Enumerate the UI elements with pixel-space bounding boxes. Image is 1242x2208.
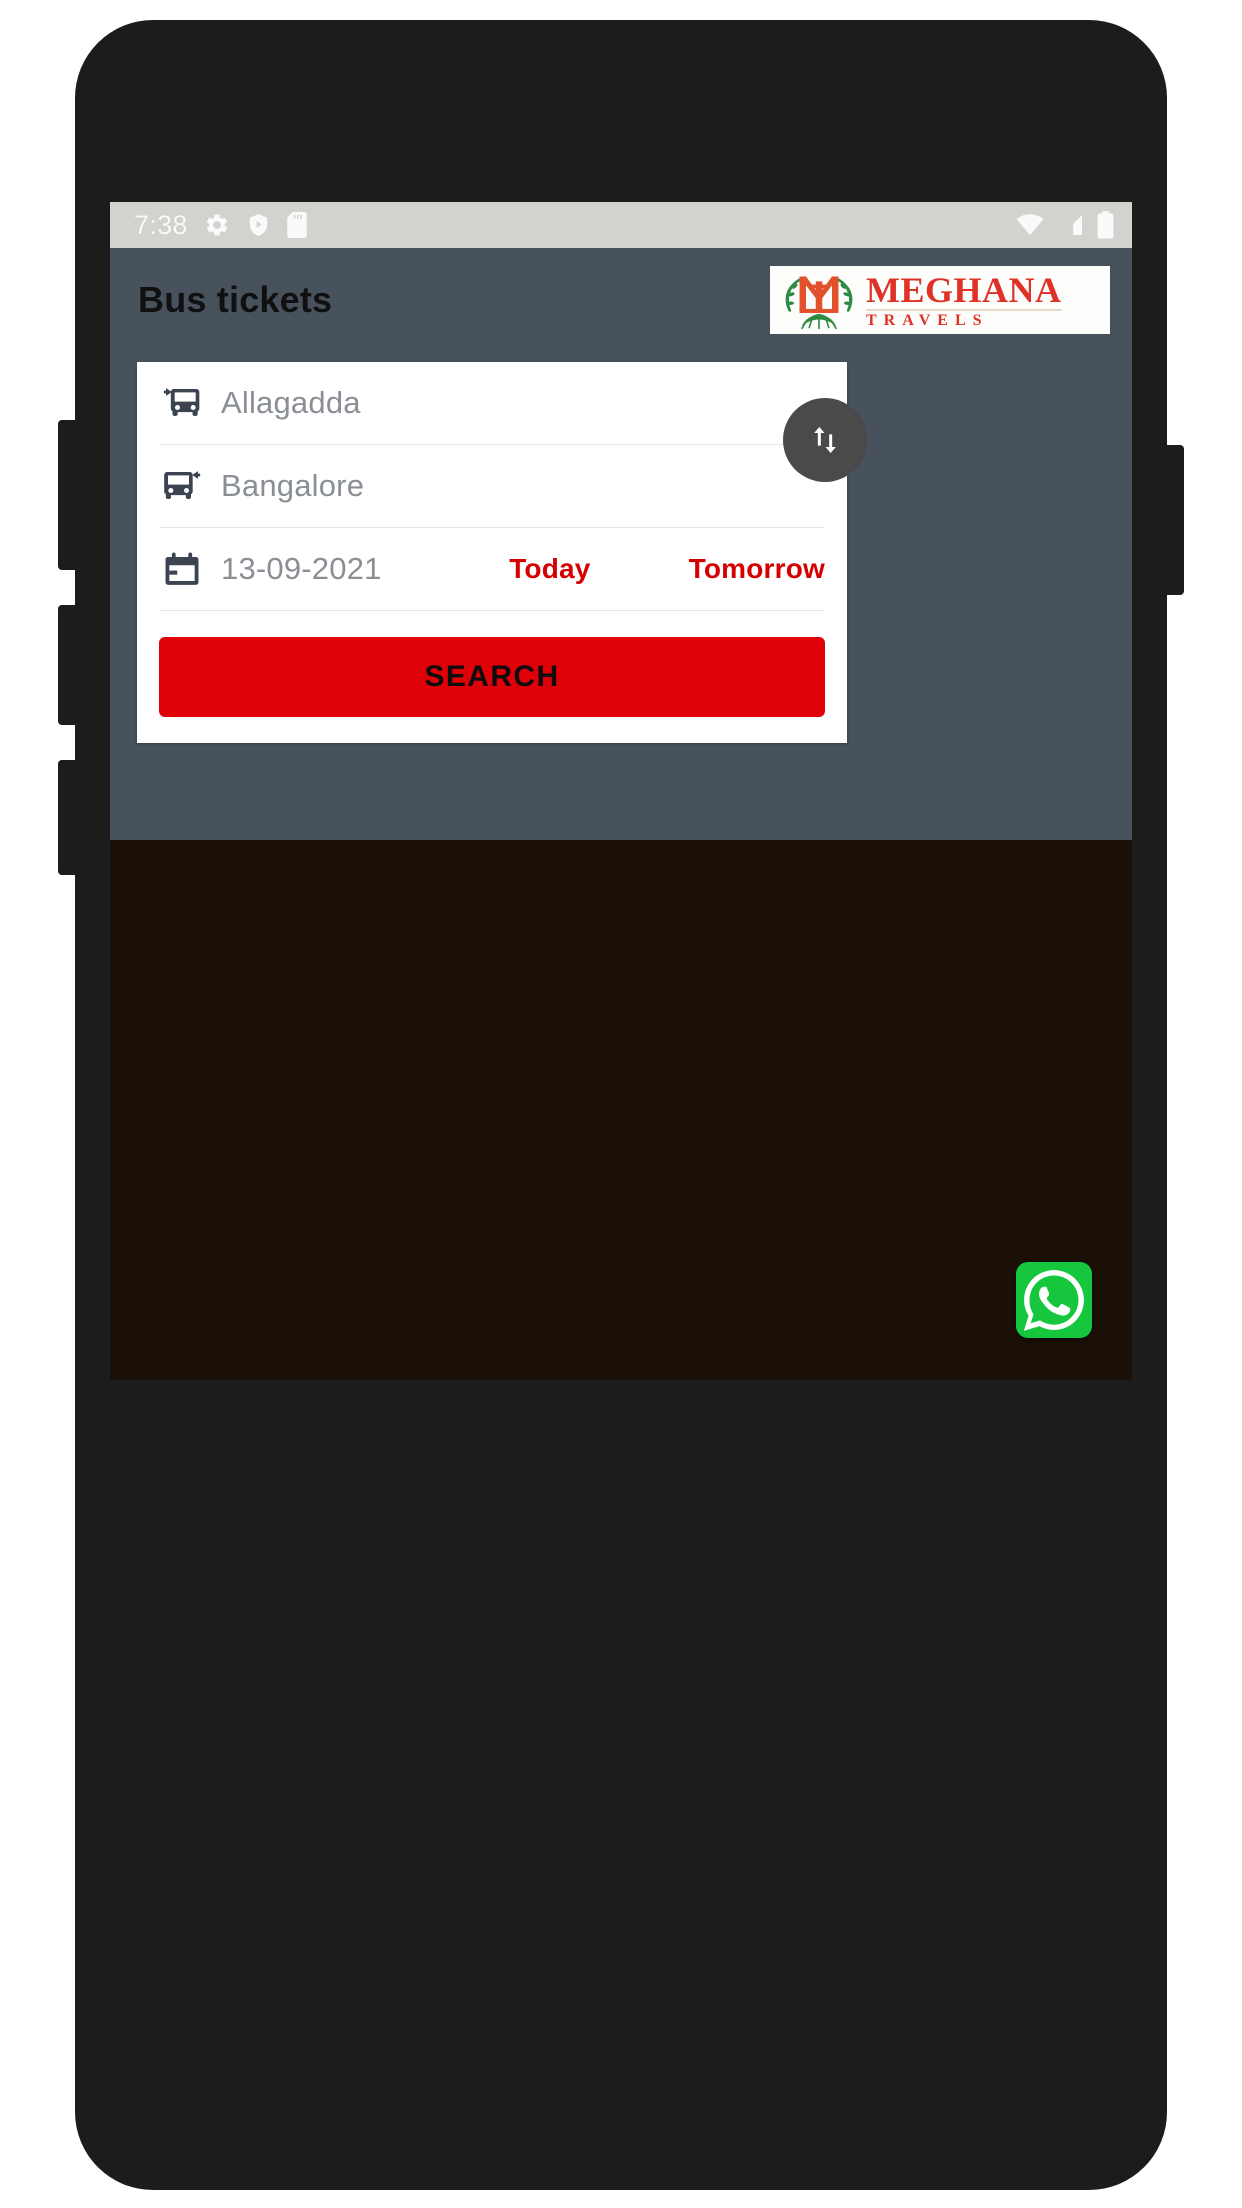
- hero-road-image: [110, 840, 1132, 1380]
- from-value: Allagadda: [221, 385, 361, 420]
- phone-screen: 7:38 Bus tickets MEGHANA TRAVELS Allagad…: [110, 202, 1132, 1380]
- bus-departure-icon: [159, 383, 205, 423]
- from-field-row[interactable]: Allagadda: [159, 362, 867, 482]
- gear-icon: [206, 214, 227, 236]
- wifi-icon: [1016, 214, 1044, 235]
- date-value: 13-09-2021: [221, 551, 382, 586]
- brand-name: MEGHANA: [866, 269, 1062, 310]
- page-title: Bus tickets: [138, 279, 333, 320]
- mute-button[interactable]: [58, 760, 78, 875]
- quick-date-group: Today Tomorrow: [509, 553, 825, 585]
- meghana-monogram-icon: [785, 276, 853, 330]
- play-protect-shield-icon: [249, 214, 267, 236]
- swap-locations-button[interactable]: [783, 398, 867, 482]
- search-button-label: SEARCH: [424, 660, 560, 693]
- road-illustration: [110, 840, 1132, 1380]
- app-bar: Bus tickets MEGHANA TRAVELS: [110, 248, 1132, 352]
- sd-card-icon: [287, 212, 307, 238]
- power-button[interactable]: [1164, 445, 1184, 595]
- bus-arrival-icon: [159, 466, 205, 506]
- today-button[interactable]: Today: [509, 553, 590, 585]
- to-field-row[interactable]: Bangalore: [159, 445, 825, 528]
- brand-tagline: TRAVELS: [866, 311, 989, 329]
- tomorrow-button[interactable]: Tomorrow: [689, 553, 825, 585]
- swap-vertical-icon: [814, 427, 836, 453]
- battery-icon: [1097, 211, 1114, 239]
- status-bar-left: 7:38: [134, 210, 307, 241]
- to-value: Bangalore: [221, 468, 365, 503]
- volume-down-button[interactable]: [58, 605, 78, 725]
- search-card: Allagadda Bangalore 13-09-2021 Today Tom…: [137, 362, 867, 743]
- search-button[interactable]: SEARCH: [159, 637, 825, 717]
- status-time: 7:38: [134, 209, 188, 240]
- cellular-signal-icon: [1062, 215, 1082, 235]
- volume-up-button[interactable]: [58, 420, 78, 570]
- whatsapp-button[interactable]: [1016, 1262, 1092, 1338]
- brand-logo-text: MEGHANA TRAVELS: [866, 272, 1062, 329]
- date-field-row[interactable]: 13-09-2021 Today Tomorrow: [159, 528, 825, 611]
- screenshot-stage: 7:38 Bus tickets MEGHANA TRAVELS Allagad…: [0, 0, 1242, 2208]
- status-bar-right: [1015, 211, 1114, 239]
- calendar-icon: [159, 550, 205, 588]
- phone-device-frame: 7:38 Bus tickets MEGHANA TRAVELS Allagad…: [58, 20, 1184, 2190]
- brand-logo: MEGHANA TRAVELS: [770, 266, 1110, 334]
- status-bar: 7:38: [110, 202, 1132, 248]
- app-content: Allagadda Bangalore 13-09-2021 Today Tom…: [110, 352, 1132, 1380]
- whatsapp-icon: [1023, 1270, 1084, 1331]
